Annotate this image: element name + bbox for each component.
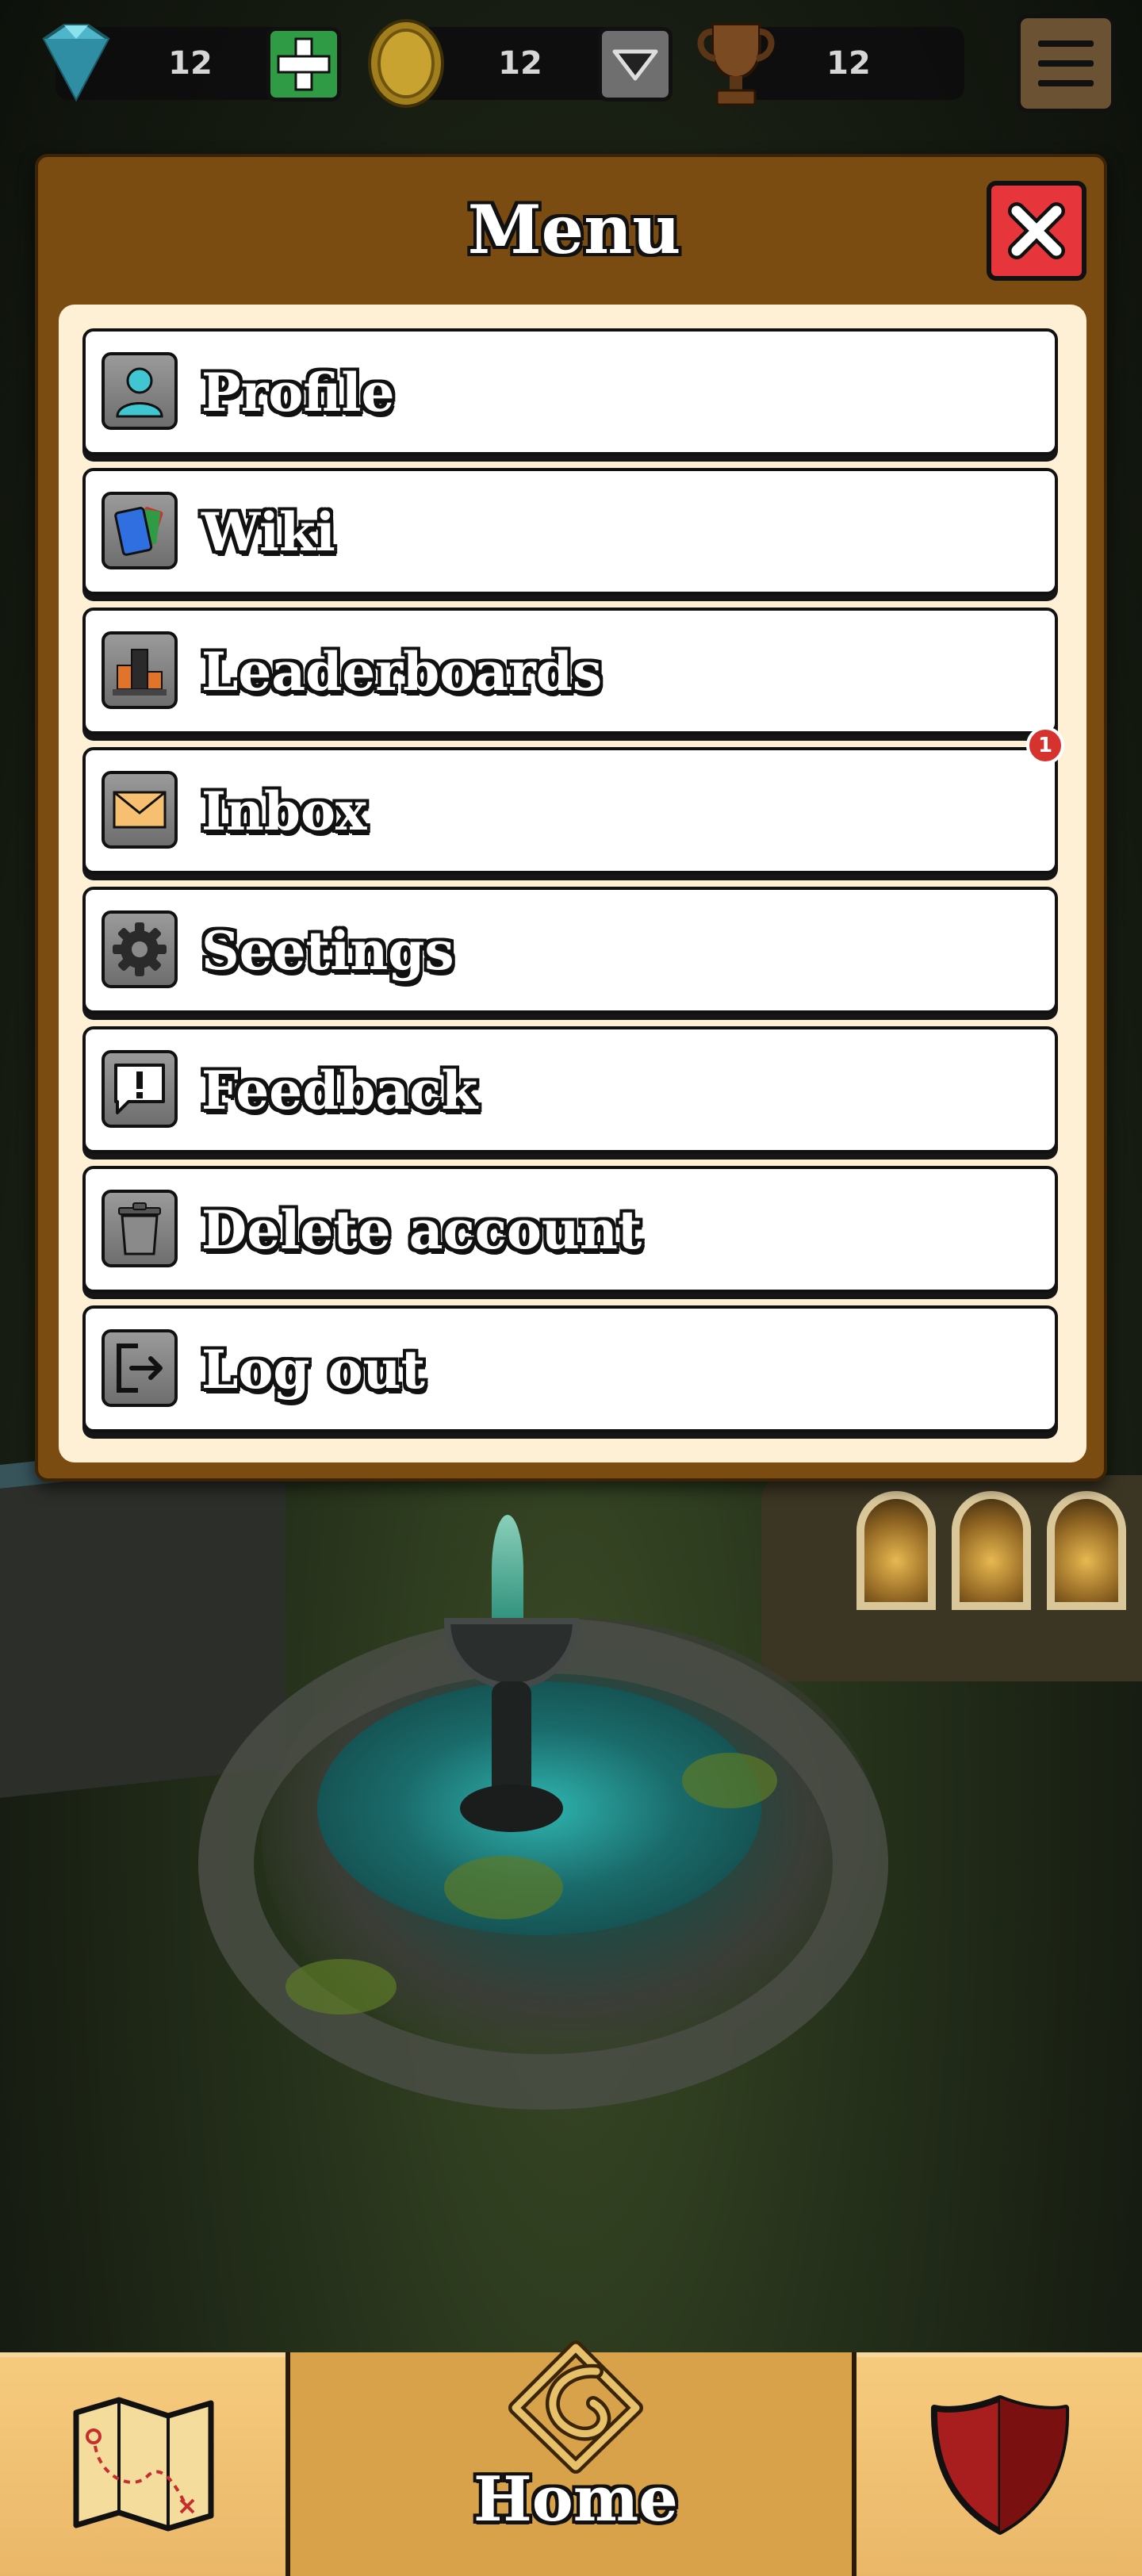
trophy-icon: [697, 22, 775, 106]
menu-item-label: Feedback: [201, 1060, 478, 1121]
add-gems-button[interactable]: [266, 27, 341, 102]
nav-shield-button[interactable]: [856, 2352, 1142, 2576]
home-emblem-icon: [508, 2340, 643, 2474]
map-icon: [73, 2397, 214, 2532]
menu-item-profile[interactable]: Profile: [82, 328, 1058, 455]
gem-icon: [42, 24, 110, 102]
person-icon: [102, 352, 178, 430]
logout-icon: [102, 1329, 178, 1407]
menu-item-inbox[interactable]: Inbox 1: [82, 726, 1064, 874]
menu-item-label: Seetings: [201, 920, 454, 982]
menu-item-delete-account[interactable]: Delete account: [82, 1166, 1058, 1293]
moss-patch: [286, 1959, 397, 2014]
trash-icon: [102, 1190, 178, 1267]
close-button[interactable]: [987, 181, 1086, 281]
coins-value: 12: [498, 45, 542, 82]
lit-window: [856, 1491, 936, 1610]
menu-item-leaderboards[interactable]: Leaderboards: [82, 608, 1058, 734]
hamburger-menu-button[interactable]: [1017, 14, 1115, 113]
gear-icon: [102, 910, 178, 988]
envelope-icon: [102, 771, 178, 849]
moss-patch: [682, 1753, 777, 1808]
menu-item-label: Wiki: [201, 501, 335, 563]
menu-item-feedback[interactable]: Feedback: [82, 1026, 1058, 1153]
nav-home-button[interactable]: Home: [286, 2340, 856, 2576]
menu-panel: Menu Profile Wiki Leaderboards Inbox 1 S…: [35, 154, 1107, 1482]
gems-value: 12: [168, 45, 213, 82]
close-icon: [1008, 202, 1065, 259]
menu-item-settings[interactable]: Seetings: [82, 887, 1058, 1014]
menu-item-wiki[interactable]: Wiki: [82, 468, 1058, 595]
moss-patch: [444, 1856, 563, 1919]
nav-map-button[interactable]: [0, 2352, 286, 2576]
trophies-value: 12: [826, 45, 871, 82]
cards-icon: [102, 492, 178, 569]
lit-window: [1047, 1491, 1126, 1610]
lit-window: [952, 1491, 1031, 1610]
shield-icon: [930, 2395, 1070, 2535]
menu-item-label: Inbox: [201, 780, 367, 842]
chevron-down-icon: [612, 49, 658, 81]
menu-item-log-out[interactable]: Log out: [82, 1305, 1058, 1432]
coins-dropdown-button[interactable]: [598, 27, 673, 102]
coin-icon: [368, 19, 444, 108]
nav-home-label: Home: [473, 2463, 678, 2536]
plus-icon: [277, 37, 331, 91]
resource-bar: 12 12 12: [0, 0, 1142, 135]
menu-title: Menu: [467, 190, 681, 269]
podium-icon: [102, 631, 178, 709]
menu-item-label: Delete account: [201, 1199, 642, 1261]
fountain-spout: [492, 1515, 523, 1626]
hamburger-icon: [1038, 40, 1094, 86]
bottom-nav: Home: [0, 2340, 1142, 2576]
fountain-base: [460, 1784, 563, 1832]
notification-badge: 1: [1026, 726, 1064, 765]
menu-item-label: Log out: [201, 1339, 426, 1401]
feedback-icon: [102, 1050, 178, 1128]
menu-list: Profile Wiki Leaderboards Inbox 1 Seetin…: [59, 305, 1086, 1462]
menu-item-label: Profile: [201, 362, 395, 424]
menu-item-label: Leaderboards: [201, 641, 603, 703]
